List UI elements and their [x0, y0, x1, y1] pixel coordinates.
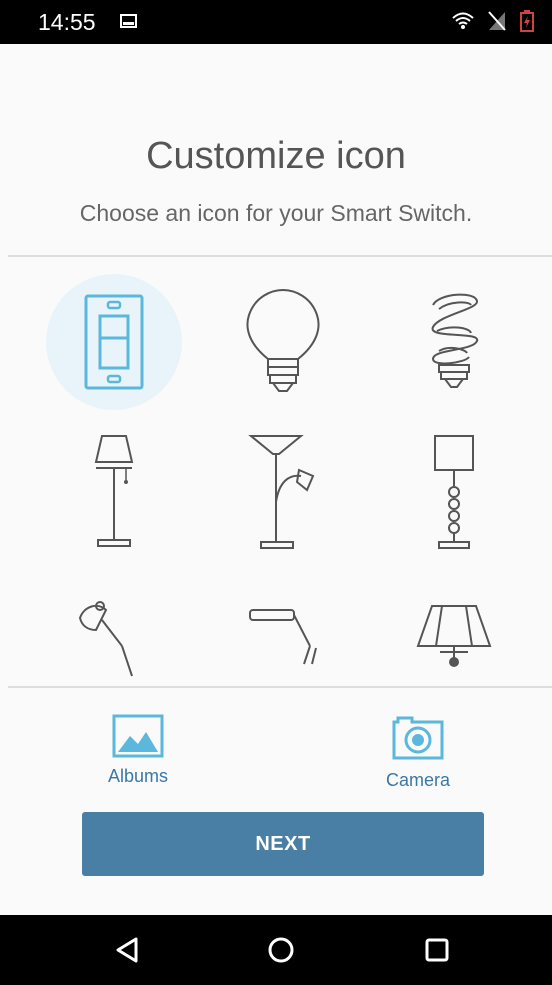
no-signal-icon — [488, 11, 506, 31]
pendant-lamp-icon — [416, 605, 492, 667]
divider — [8, 686, 552, 688]
image-notification-icon — [120, 14, 137, 28]
desk-lamp-icon — [78, 601, 133, 677]
navigation-bar — [0, 915, 552, 985]
camera-label: Camera — [386, 770, 451, 790]
strip-light-icon — [249, 609, 317, 665]
icon-grid[interactable] — [0, 258, 552, 685]
floor-lamp-icon — [248, 435, 315, 549]
back-icon[interactable] — [112, 935, 142, 965]
status-time: 14:55 — [38, 9, 96, 35]
albums-label: Albums — [108, 766, 169, 786]
table-lamp-icon — [94, 435, 134, 547]
icon-option-desk-lamp[interactable] — [44, 576, 184, 685]
page-subtitle: Choose an icon for your Smart Switch. — [79, 200, 473, 226]
icon-option-floor-lamp[interactable] — [213, 422, 353, 562]
cfl-spiral-bulb-icon — [431, 293, 478, 388]
icon-option-table-lamp[interactable] — [44, 422, 184, 562]
icon-option-spiral-bulb[interactable] — [384, 272, 524, 412]
wall-switch-icon — [84, 294, 144, 390]
divider — [8, 255, 552, 257]
albums-icon — [112, 714, 164, 758]
page-title: Customize icon — [146, 135, 406, 177]
recents-icon[interactable] — [422, 935, 452, 965]
icon-option-strip-light[interactable] — [213, 576, 353, 685]
icon-option-wall-switch[interactable] — [44, 272, 184, 412]
camera-icon — [392, 716, 444, 760]
wifi-icon — [452, 12, 474, 29]
albums-button[interactable]: Albums — [108, 714, 168, 787]
status-bar: 14:55 — [0, 0, 552, 44]
icon-option-column-lamp[interactable] — [384, 422, 524, 562]
home-icon[interactable] — [266, 935, 296, 965]
next-button[interactable]: NEXT — [82, 812, 484, 876]
icon-option-light-bulb[interactable] — [213, 272, 353, 412]
column-lamp-icon — [434, 435, 474, 549]
light-bulb-icon — [246, 288, 320, 392]
battery-charging-icon — [520, 10, 534, 32]
icon-option-pendant-lamp[interactable] — [384, 576, 524, 685]
camera-button[interactable]: Camera — [386, 714, 450, 791]
